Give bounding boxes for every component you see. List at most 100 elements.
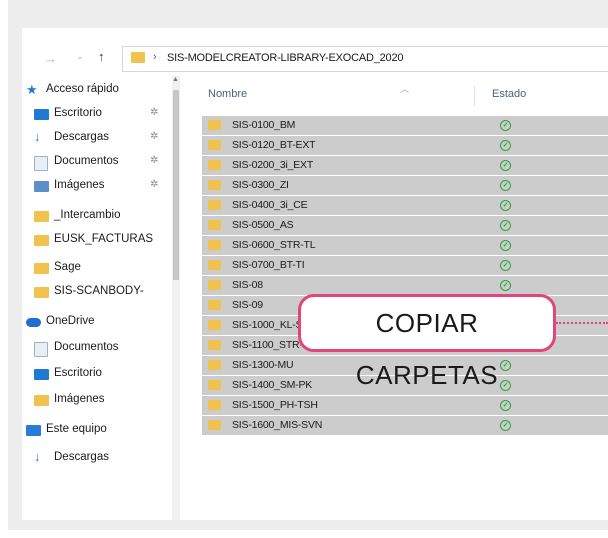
download-icon: ↓ [34, 129, 41, 144]
folder-icon [208, 380, 221, 390]
file-row[interactable]: SIS-0700_BT-TI ✓ [202, 256, 608, 275]
sort-caret-icon: ︿ [400, 84, 410, 94]
sidebar-item-label: OneDrive [46, 315, 95, 327]
folder-icon [208, 320, 221, 330]
up-arrow-icon[interactable]: ↑ [98, 49, 105, 64]
sidebar-item-label: SIS-SCANBODY- [54, 285, 144, 297]
folder-icon [34, 235, 49, 246]
sidebar-item[interactable]: Documentos ✲ [34, 152, 172, 174]
sidebar-item[interactable]: Imágenes [34, 390, 172, 412]
file-row[interactable]: SIS-0120_BT-EXT ✓ [202, 136, 608, 155]
sidebar-item[interactable]: ★ Acceso rápido [26, 80, 172, 102]
sync-status-icon: ✓ [500, 200, 511, 211]
file-row[interactable]: SIS-0600_STR-TL ✓ [202, 236, 608, 255]
folder-icon [208, 140, 221, 150]
sync-status-icon: ✓ [500, 420, 511, 431]
file-name: SIS-0500_AS [232, 219, 294, 231]
copy-folders-callout: COPIAR CARPETAS [298, 294, 556, 390]
sidebar-item[interactable]: _Intercambio [34, 206, 172, 228]
file-row[interactable]: SIS-0400_3i_CE ✓ [202, 196, 608, 215]
column-divider[interactable] [474, 86, 475, 106]
file-row[interactable]: SIS-1600_MIS-SVN ✓ [202, 416, 608, 435]
folder-icon [208, 200, 221, 210]
file-name: SIS-0600_STR-TL [232, 239, 316, 251]
pin-icon[interactable]: ✲ [150, 131, 158, 142]
images-icon [34, 181, 49, 192]
sync-status-icon: ✓ [500, 280, 511, 291]
sidebar-item-label: Descargas [54, 451, 109, 463]
sidebar-item-label: Documentos [54, 341, 119, 353]
folder-icon [208, 220, 221, 230]
folder-icon [208, 340, 221, 350]
folder-icon [208, 360, 221, 370]
sidebar-item-label: Sage [54, 261, 81, 273]
sidebar-item-label: _Intercambio [54, 209, 121, 221]
desktop-icon [34, 369, 49, 380]
sync-status-icon: ✓ [500, 220, 511, 231]
sidebar-item[interactable]: OneDrive [26, 312, 172, 334]
sidebar-item[interactable]: ↓ Descargas ✲ [34, 128, 172, 150]
sidebar-item[interactable]: SIS-SCANBODY- [34, 282, 172, 304]
sidebar-item[interactable]: Este equipo [26, 420, 172, 442]
sidebar-item-label: Imágenes [54, 179, 105, 191]
sidebar-item-label: Acceso rápido [46, 83, 119, 95]
pin-icon[interactable]: ✲ [150, 155, 158, 166]
file-name: SIS-0400_3i_CE [232, 199, 308, 211]
file-name: SIS-0100_BM [232, 119, 296, 131]
scrollbar-thumb[interactable] [173, 90, 179, 280]
folder-icon [208, 120, 221, 130]
path-box[interactable]: › SIS-MODELCREATOR-LIBRARY-EXOCAD_2020 [122, 46, 608, 72]
sync-status-icon: ✓ [500, 140, 511, 151]
sidebar-item-label: Imágenes [54, 393, 105, 405]
sidebar-item-label: Escritorio [54, 367, 102, 379]
file-name: SIS-1600_MIS-SVN [232, 419, 323, 431]
navigation-scrollbar[interactable]: ▲ [172, 76, 180, 520]
sidebar-item-label: EUSK_FACTURAS [54, 233, 154, 245]
pin-icon[interactable]: ✲ [150, 179, 158, 190]
folder-icon [131, 52, 145, 63]
callout-pointer-line [556, 322, 608, 324]
back-arrow-icon[interactable]: → [44, 51, 57, 66]
file-row[interactable]: SIS-0200_3i_EXT ✓ [202, 156, 608, 175]
file-row[interactable]: SIS-0300_ZI ✓ [202, 176, 608, 195]
file-row[interactable]: SIS-0100_BM ✓ [202, 116, 608, 135]
navigation-pane: ★ Acceso rápido Escritorio ✲ ↓ Descargas ✲ Docu… [22, 76, 172, 520]
folder-icon [34, 287, 49, 298]
sidebar-item[interactable]: EUSK_FACTURAS [34, 230, 172, 252]
folder-icon [208, 300, 221, 310]
sidebar-item-label: Escritorio [54, 107, 102, 119]
sync-status-icon: ✓ [500, 180, 511, 191]
breadcrumb-current-folder[interactable]: SIS-MODELCREATOR-LIBRARY-EXOCAD_2020 [167, 52, 404, 64]
sidebar-item[interactable]: ↓ Descargas [34, 448, 172, 470]
callout-text: COPIAR CARPETAS [355, 308, 499, 390]
download-icon: ↓ [34, 449, 41, 464]
folder-icon [208, 280, 221, 290]
scroll-up-icon[interactable]: ▲ [172, 76, 179, 83]
sidebar-item[interactable]: Sage [34, 258, 172, 280]
sync-status-icon: ✓ [500, 160, 511, 171]
folder-icon [208, 240, 221, 250]
column-header-state[interactable]: Estado [492, 88, 526, 108]
sync-status-icon: ✓ [500, 400, 511, 411]
pin-icon[interactable]: ✲ [150, 107, 158, 118]
file-name: SIS-0300_ZI [232, 179, 289, 191]
sidebar-item[interactable]: Documentos [34, 338, 172, 360]
sync-status-icon: ✓ [500, 260, 511, 271]
sidebar-item[interactable]: Escritorio [34, 364, 172, 386]
folder-icon [208, 420, 221, 430]
sidebar-item[interactable]: Imágenes ✲ [34, 176, 172, 198]
folder-icon [208, 260, 221, 270]
sidebar-item-label: Descargas [54, 131, 109, 143]
column-header-name[interactable]: Nombre [208, 88, 247, 108]
file-name: SIS-09 [232, 299, 263, 311]
recent-dropdown-icon[interactable]: ⌄ [76, 51, 84, 62]
desktop-icon [34, 109, 49, 120]
file-row[interactable]: SIS-0500_AS ✓ [202, 216, 608, 235]
file-name: SIS-0120_BT-EXT [232, 139, 316, 151]
breadcrumb-separator: › [153, 51, 157, 63]
file-row[interactable]: SIS-08 ✓ [202, 276, 608, 295]
documents-icon [34, 342, 48, 357]
sidebar-item-label: Este equipo [46, 423, 107, 435]
sidebar-item[interactable]: Escritorio ✲ [34, 104, 172, 126]
address-bar: → ⌄ ↑ › SIS-MODELCREATOR-LIBRARY-EXOCAD_… [22, 46, 608, 72]
